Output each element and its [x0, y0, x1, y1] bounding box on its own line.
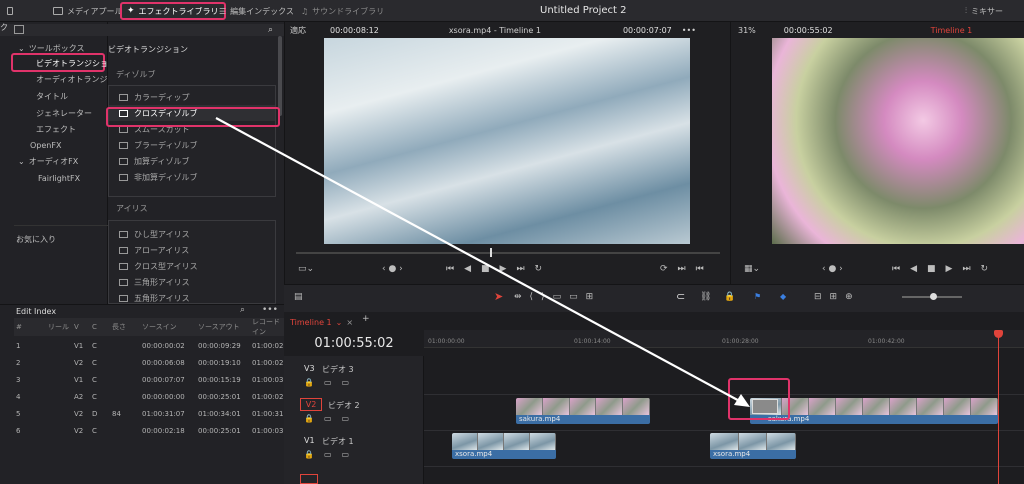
- drag-arrow-annotation: [215, 117, 750, 407]
